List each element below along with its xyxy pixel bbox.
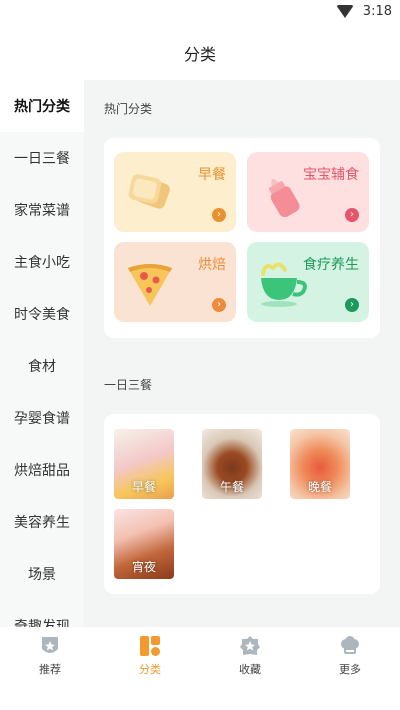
sidebar-item-baby-recipes[interactable]: 孕婴食谱 bbox=[0, 392, 84, 444]
meal-tile-label: 早餐 bbox=[131, 480, 156, 494]
status-time: 3:18 bbox=[362, 4, 392, 19]
hot-tile-diet-therapy[interactable]: 食疗养生 › bbox=[247, 242, 369, 322]
sidebar-item-seasonal[interactable]: 时令美食 bbox=[0, 288, 84, 340]
wifi-icon bbox=[336, 5, 354, 18]
tab-label: 推荐 bbox=[39, 663, 61, 676]
hot-tile-label: 宝宝辅食 bbox=[303, 167, 359, 183]
tab-more[interactable]: 更多 bbox=[300, 627, 400, 710]
hot-section-title: 热门分类 bbox=[104, 102, 153, 116]
hot-category-card: 早餐 › 宝宝辅食 › 烘焙 › 食疗养生 › bbox=[104, 138, 380, 338]
sidebar-item-beauty-health[interactable]: 美容养生 bbox=[0, 496, 84, 548]
hot-tile-label: 早餐 bbox=[198, 167, 226, 183]
chevron-right-icon: › bbox=[212, 298, 226, 312]
meal-tile-dinner[interactable]: 晚餐 bbox=[290, 429, 350, 499]
hot-tile-label: 烘焙 bbox=[198, 257, 226, 273]
sidebar-item-staple-snacks[interactable]: 主食小吃 bbox=[0, 236, 84, 288]
hot-tile-breakfast[interactable]: 早餐 › bbox=[114, 152, 236, 232]
chevron-right-icon: › bbox=[345, 298, 359, 312]
hot-tile-label: 食疗养生 bbox=[303, 257, 359, 273]
tab-label: 收藏 bbox=[239, 663, 261, 676]
tab-favorites[interactable]: 收藏 bbox=[200, 627, 300, 710]
tab-recommend[interactable]: 推荐 bbox=[0, 627, 100, 710]
bottom-tabbar: 推荐 分类 收藏 更多 bbox=[0, 627, 400, 710]
sidebar-item-ingredients[interactable]: 食材 bbox=[0, 340, 84, 392]
hot-tile-baking[interactable]: 烘焙 › bbox=[114, 242, 236, 322]
baby-bottle-icon bbox=[268, 179, 300, 218]
toast-icon bbox=[128, 174, 170, 209]
pizza-icon bbox=[128, 264, 172, 306]
meal-tile-label: 午餐 bbox=[219, 480, 244, 494]
sidebar-item-hot[interactable]: 热门分类 bbox=[0, 80, 84, 132]
tab-category[interactable]: 分类 bbox=[100, 627, 200, 710]
meal-tile-late-night[interactable]: 宵夜 bbox=[114, 509, 174, 579]
meals-section-title: 一日三餐 bbox=[104, 378, 153, 392]
meal-tile-breakfast[interactable]: 早餐 bbox=[114, 429, 174, 499]
chevron-right-icon: › bbox=[212, 208, 226, 222]
meals-card: 早餐 午餐 晚餐 宵夜 bbox=[104, 414, 380, 594]
category-sidebar: 热门分类 一日三餐 家常菜谱 主食小吃 时令美食 食材 孕婴食谱 烘焙甜品 美容… bbox=[0, 80, 84, 627]
category-content: 热门分类 早餐 › 宝宝辅食 › 烘焙 › 食疗养生 › 一日三餐 早餐 午餐 … bbox=[84, 80, 400, 627]
hot-tile-baby-food[interactable]: 宝宝辅食 › bbox=[247, 152, 369, 232]
chef-hat-icon bbox=[341, 636, 359, 654]
sidebar-item-scenes[interactable]: 场景 bbox=[0, 548, 84, 600]
chevron-right-icon: › bbox=[345, 208, 359, 222]
tab-label: 分类 bbox=[139, 663, 161, 676]
page-title: 分类 bbox=[183, 45, 216, 64]
title-bar: 分类 bbox=[0, 26, 400, 80]
sidebar-item-three-meals[interactable]: 一日三餐 bbox=[0, 132, 84, 184]
meal-tile-label: 晚餐 bbox=[307, 480, 332, 494]
category-grid-icon bbox=[140, 636, 160, 656]
shield-star-icon bbox=[42, 637, 58, 653]
tab-label: 更多 bbox=[339, 663, 361, 676]
star-badge-icon bbox=[240, 636, 260, 655]
meal-tile-lunch[interactable]: 午餐 bbox=[202, 429, 262, 499]
sidebar-item-home-recipes[interactable]: 家常菜谱 bbox=[0, 184, 84, 236]
meal-tile-label: 宵夜 bbox=[131, 560, 156, 574]
sidebar-item-baking[interactable]: 烘焙甜品 bbox=[0, 444, 84, 496]
sidebar-item-discover[interactable]: 奇趣发现 bbox=[0, 600, 84, 627]
status-bar: 3:18 bbox=[0, 0, 400, 26]
